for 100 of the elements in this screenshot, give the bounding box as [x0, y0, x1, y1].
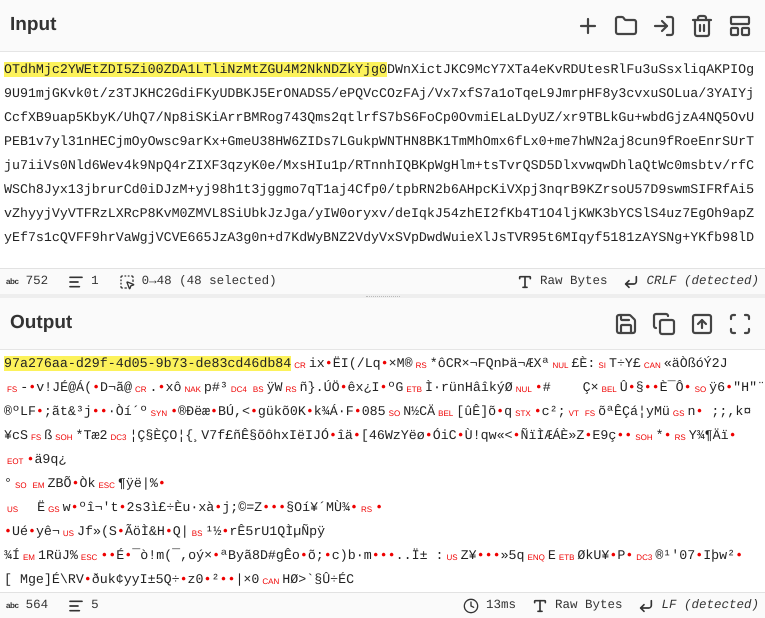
special-char-dot: • — [684, 380, 692, 395]
special-char-dot: • — [221, 524, 230, 539]
special-char-dot: • — [628, 380, 636, 395]
special-char-dot: •• — [92, 404, 108, 419]
special-char-dot: • — [350, 500, 358, 515]
control-char-label: EOT — [6, 457, 24, 466]
length-status: 564 — [26, 597, 48, 614]
lines-icon — [68, 274, 84, 290]
text-size-icon — [516, 274, 533, 290]
time-status: 13ms — [486, 597, 516, 614]
output-text: ß — [44, 428, 52, 443]
output-text: *Tæ2 — [76, 428, 108, 443]
output-text: T÷Y£ — [608, 356, 641, 371]
special-char-dot: • — [328, 428, 337, 443]
special-char-dot: •• — [616, 428, 632, 443]
special-char-dot: • — [124, 548, 132, 563]
special-char-dot: • — [250, 404, 258, 419]
output-text: |×0 — [235, 572, 260, 587]
control-char-label: BS — [190, 529, 204, 538]
output-text: [ Mge]É\RV — [4, 572, 84, 587]
length-icon: abc — [6, 600, 19, 612]
special-char-dot: • — [4, 524, 12, 539]
special-char-dot: ••• — [476, 548, 501, 563]
special-char-dot: • — [728, 428, 737, 443]
output-text: Òk — [79, 476, 96, 491]
control-char-label: SO — [14, 481, 28, 490]
output-text: ² — [212, 572, 220, 587]
control-char-label: ESC — [80, 553, 98, 562]
output-text: ®Ðëæ — [178, 404, 210, 419]
output-text: E9ç — [592, 428, 616, 443]
control-char-label: FS — [6, 385, 18, 394]
output-text: § — [636, 380, 644, 395]
output-text: j;©=Z — [222, 500, 262, 515]
special-char-dot: • — [534, 404, 542, 419]
selection-status: 0→48 (48 selected) — [142, 273, 277, 290]
output-text: ä9q¿ — [34, 452, 66, 467]
save-icon — [614, 312, 638, 336]
special-char-dot: • — [212, 548, 220, 563]
output-text: ;;,k¤ — [710, 404, 752, 419]
special-char-dot: • — [609, 548, 618, 563]
special-char-dot: • — [625, 548, 634, 563]
special-char-dot: •• — [100, 548, 116, 563]
output-text: ÿ6 — [709, 380, 726, 395]
output-text: ¹½ — [205, 524, 222, 539]
output-text: ÓiC — [432, 428, 457, 443]
control-char-label: DC3 — [109, 433, 128, 442]
special-char-dot: • — [695, 548, 704, 563]
length-icon: abc — [6, 276, 19, 288]
special-char-dot: • — [664, 428, 672, 443]
output-text: c)b·m — [332, 548, 372, 563]
special-char-dot: • — [84, 572, 92, 587]
special-char-dot: • — [158, 380, 166, 395]
special-char-dot: • — [306, 404, 314, 419]
encoding-status[interactable]: Raw Bytes — [540, 272, 608, 291]
control-char-label: NUL — [514, 385, 533, 394]
special-char-dot: • — [424, 428, 433, 443]
control-char-label: CR — [293, 361, 307, 370]
eol-status[interactable]: LF (detected) — [661, 596, 759, 615]
output-text: gükõ0K — [258, 404, 306, 419]
output-text: c²; — [542, 404, 566, 419]
output-text: ðuk¢yyI±5Q÷ — [92, 572, 180, 587]
control-char-label: CR — [134, 385, 148, 394]
special-char-dot: • — [534, 380, 543, 395]
special-char-dot: • — [92, 380, 100, 395]
special-char-dot: ••• — [262, 500, 286, 515]
eol-status[interactable]: CRLF (detected) — [646, 272, 759, 291]
output-text: Û — [620, 380, 628, 395]
special-char-dot: • — [158, 476, 166, 491]
output-text: D¬ã@ — [100, 380, 132, 395]
output-text: w — [62, 500, 71, 515]
special-char-dot: • — [180, 572, 188, 587]
layout-icon — [728, 14, 752, 38]
control-char-label: VT — [568, 409, 580, 418]
special-char-dot: • — [300, 548, 308, 563]
special-char-dot: • — [210, 404, 218, 419]
control-char-label: NUL — [551, 361, 570, 370]
copy-icon — [652, 312, 676, 336]
output-text: ¥cS — [4, 428, 28, 443]
special-char-dot: ••• — [372, 548, 396, 563]
output-text: ix — [308, 356, 325, 371]
control-char-label: SOH — [54, 433, 74, 442]
output-text: n — [687, 404, 696, 419]
special-char-dot: • — [204, 572, 212, 587]
input-text[interactable]: OTdhMjc2YWEtZDI5Zi00ZDA1LTliNzMtZGU4M2NkNDZkYjg0DWnXictJKC9McY7XTa4eKvRDUtesRlFu3uSsxliqAKPIOg9U91mjGKvk0t/z3TJKHC2GdiFKyUDBKJ5ErONADS5/ePQVcCOzFAj/Vx7xfS7a1oTqeL9JmrpHF8y3cvxuSOLua/3YAIYjCcfXB9uap5KbyK/UhQ7/Np8iSKiArrBMRog743Qms2qtlrfS7bS6FoCp0OvmiELaLDyUZ/xr9TBLkGu+wbdGjzA4NQ5OvUPEB1v7yl31nHECjmOyOwsc9arKx+GmeU38HW6ZIDs7LGukpWNTHN8BK1TmMhOmx6fLx0+me7hWN2aj8cun9fRoeEnrSUrTju7iiVs0Nld6Wev4k9NpQ4rZIXF3qzyK0e/MxsHIu1p/RTnnhIQBKpWgHlm+tsTvrQSD5DlxvwqwDhlaQtWc0msbtv/rfCWSCh8Jyx13jbrurCd0iDJzM+yj98h1t3jggmo7qT1aj4Cfp0/tpbRN2b6AHpcKiVXpj3nqrB9KZrsoU57D9swmSIFRfAi5vZhyyjVyVTFRzLXRcP8KvM0ZMVL8SiUbkJzJga/yIW0oryxv/deIqkJ54zhEI2fKb4T1O4ljKWK3bYCSlS4uz7EgOh9apZyEf7s1cQVFF9hrVaWgjVCVE665JzA3g0n+d7KdWyBNZ2VdyVxSVpDwdWuieXlJsTVR95t6MIqyf5181zAYSNg+YKfb98lD — [4, 58, 761, 250]
output-text: ®¹'07 — [655, 548, 696, 563]
output-text: ×M® — [388, 356, 413, 371]
control-char-label: DC3 — [635, 553, 654, 562]
output-text: ¶ÿë|% — [118, 476, 158, 491]
control-char-label: US — [62, 529, 76, 538]
control-char-label: SO — [388, 409, 402, 418]
return-icon — [638, 598, 654, 614]
output-text: Jf»(S — [77, 524, 117, 539]
output-text: £È: — [571, 356, 596, 371]
output-text: ·Òí´º — [108, 404, 148, 419]
output-text: ñ}.ÚÖ — [300, 380, 340, 395]
encoding-status[interactable]: Raw Bytes — [554, 596, 622, 615]
folder-icon — [614, 14, 638, 38]
output-text: P — [617, 548, 626, 563]
control-char-label: EM — [22, 553, 36, 562]
control-char-label: FS — [584, 409, 596, 418]
